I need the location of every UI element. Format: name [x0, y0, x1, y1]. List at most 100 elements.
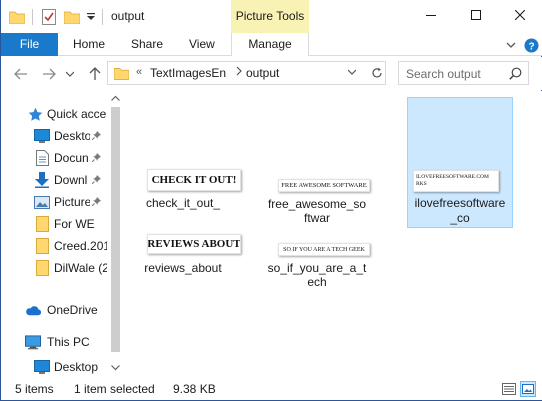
cloud-icon	[25, 302, 41, 318]
nav-label-pictures: Picture	[54, 195, 90, 209]
nav-quick-access[interactable]: Quick acce	[1, 103, 107, 125]
nav-label-for-we: For WE	[54, 217, 95, 231]
file-thumbnail: CHECK IT OUT!	[147, 169, 241, 191]
file-thumbnail: ILOVEFREESOFTWARE.COM RKS	[413, 170, 499, 192]
thumbnail-text: REVIEWS ABOUT	[147, 238, 241, 250]
selection-count: 1 item selected	[74, 382, 155, 396]
nav-label-documents: Docun	[54, 151, 89, 165]
address-row: « TextImagesEn output Search output	[1, 57, 542, 90]
tab-share[interactable]: Share	[131, 33, 163, 56]
scroll-up-arrow-icon[interactable]	[111, 94, 120, 103]
file-item-so-if-you-are-a-tech-geek[interactable]: SO IF YOU ARE A TECH GEEK so_if_you_are_…	[265, 227, 370, 291]
file-name-line-2: _co	[450, 211, 470, 225]
new-folder-icon[interactable]	[64, 8, 80, 26]
file-name-line-1: free_awesome_so	[267, 197, 367, 211]
file-item-reviews-about[interactable]: REVIEWS ABOUT reviews_about	[131, 227, 241, 277]
nav-desktop-pinned[interactable]: Deskto	[1, 125, 107, 147]
nav-label-this-pc-desktop: Desktop	[54, 360, 99, 374]
properties-icon[interactable]	[41, 8, 57, 26]
close-button[interactable]	[497, 0, 542, 30]
window-title: output	[111, 9, 145, 23]
forward-arrow-icon[interactable]	[41, 66, 57, 82]
back-arrow-icon[interactable]	[13, 66, 29, 82]
pin-icon	[91, 130, 101, 142]
pictures-icon	[34, 194, 50, 210]
file-name-line-1: so_if_you_are_a_t	[267, 261, 367, 275]
file-name-line-1: ilovefreesoftware	[414, 196, 506, 210]
file-name-line-2: ftwar	[303, 211, 330, 225]
large-icons-view-icon[interactable]	[520, 381, 536, 397]
breadcrumb-separator-icon[interactable]	[236, 66, 243, 79]
address-overflow-chevron[interactable]: «	[136, 66, 142, 78]
thumbnail-text: ILOVEFREESOFTWARE.COM RKS	[416, 174, 489, 187]
nav-label-dilwale: DilWale (2	[54, 261, 107, 275]
tab-home[interactable]: Home	[73, 33, 105, 56]
breadcrumb-textimagesen[interactable]: TextImagesEn	[150, 66, 226, 80]
search-icon[interactable]	[509, 67, 522, 83]
folder-icon	[34, 216, 50, 232]
item-count: 5 items	[15, 382, 54, 396]
pin-icon	[91, 196, 101, 208]
file-item-check-it-out[interactable]: CHECK IT OUT! check_it_out_	[131, 163, 241, 211]
file-list: CHECK IT OUT! check_it_out_ FREE AWESOME…	[125, 91, 542, 378]
selection-size: 9.38 KB	[173, 382, 216, 396]
folder-icon	[34, 238, 50, 254]
explorer-window: output Picture Tools File Home Share Vie…	[0, 0, 542, 401]
folder-icon	[9, 8, 25, 26]
tab-view[interactable]: View	[189, 33, 215, 56]
file-thumbnail: REVIEWS ABOUT	[147, 234, 241, 254]
computer-icon	[25, 334, 41, 350]
navigation-pane: Quick acce Deskto Docun Downl Picture Fo…	[1, 91, 124, 378]
file-name: reviews_about	[144, 261, 222, 275]
nav-label-desktop: Deskto	[54, 129, 90, 143]
address-bar[interactable]: « TextImagesEn output	[107, 61, 386, 85]
search-box[interactable]: Search output	[398, 61, 529, 85]
customize-quick-access-icon[interactable]	[86, 8, 96, 26]
ribbon-tab-bar: File Home Share View Manage ?	[1, 33, 542, 56]
title-bar: output Picture Tools	[1, 0, 542, 33]
nav-this-pc[interactable]: This PC	[1, 331, 107, 353]
scroll-down-arrow-icon[interactable]	[111, 364, 120, 373]
scroll-thumb[interactable]	[111, 107, 120, 352]
thumbnail-text: SO IF YOU ARE A TECH GEEK	[283, 246, 365, 253]
svg-text:?: ?	[528, 41, 534, 52]
document-icon	[34, 150, 50, 166]
breadcrumb-output[interactable]: output	[246, 66, 279, 80]
nav-documents-pinned[interactable]: Docun	[1, 147, 107, 169]
star-icon	[27, 106, 43, 122]
nav-scrollbar[interactable]	[107, 91, 124, 378]
expand-ribbon-icon[interactable]	[503, 37, 519, 53]
nav-onedrive[interactable]: OneDrive	[1, 299, 107, 321]
download-icon	[34, 172, 50, 188]
minimize-button[interactable]	[408, 0, 453, 30]
file-thumbnail: FREE AWESOME SOFTWARE	[278, 179, 370, 192]
refresh-icon[interactable]	[368, 63, 385, 83]
file-name: check_it_out_	[145, 196, 221, 210]
nav-label-this-pc: This PC	[47, 335, 90, 349]
file-thumbnail: SO IF YOU ARE A TECH GEEK	[278, 243, 370, 256]
file-item-ilovefreesoftware[interactable]: ILOVEFREESOFTWARE.COM RKS ilovefreesoftw…	[407, 97, 513, 228]
maximize-button[interactable]	[453, 0, 498, 30]
desktop-icon	[34, 359, 50, 375]
nav-label-downloads: Downl	[54, 173, 88, 187]
search-input[interactable]: Search output	[406, 67, 481, 81]
address-dropdown-icon[interactable]	[347, 67, 357, 77]
tab-file[interactable]: File	[1, 33, 58, 56]
up-arrow-icon[interactable]	[87, 66, 103, 82]
details-view-icon[interactable]	[501, 381, 517, 397]
nav-folder-creed[interactable]: Creed.201	[1, 235, 107, 257]
nav-label-creed: Creed.201	[54, 239, 107, 253]
nav-this-pc-desktop[interactable]: Desktop	[1, 356, 107, 378]
nav-downloads-pinned[interactable]: Downl	[1, 169, 107, 191]
qa-divider	[32, 9, 33, 25]
file-item-free-awesome-software[interactable]: FREE AWESOME SOFTWARE free_awesome_so ft…	[265, 163, 370, 225]
thumbnail-text: CHECK IT OUT!	[151, 174, 237, 186]
picture-tools-group-label: Picture Tools	[231, 0, 309, 33]
nav-pictures-pinned[interactable]: Picture	[1, 191, 107, 213]
help-icon[interactable]: ?	[523, 37, 539, 53]
nav-folder-dilwale[interactable]: DilWale (2	[1, 257, 107, 279]
tab-manage[interactable]: Manage	[231, 33, 309, 56]
pin-icon	[91, 152, 101, 164]
nav-folder-for-we[interactable]: For WE	[1, 213, 107, 235]
recent-locations-icon[interactable]	[65, 66, 75, 82]
